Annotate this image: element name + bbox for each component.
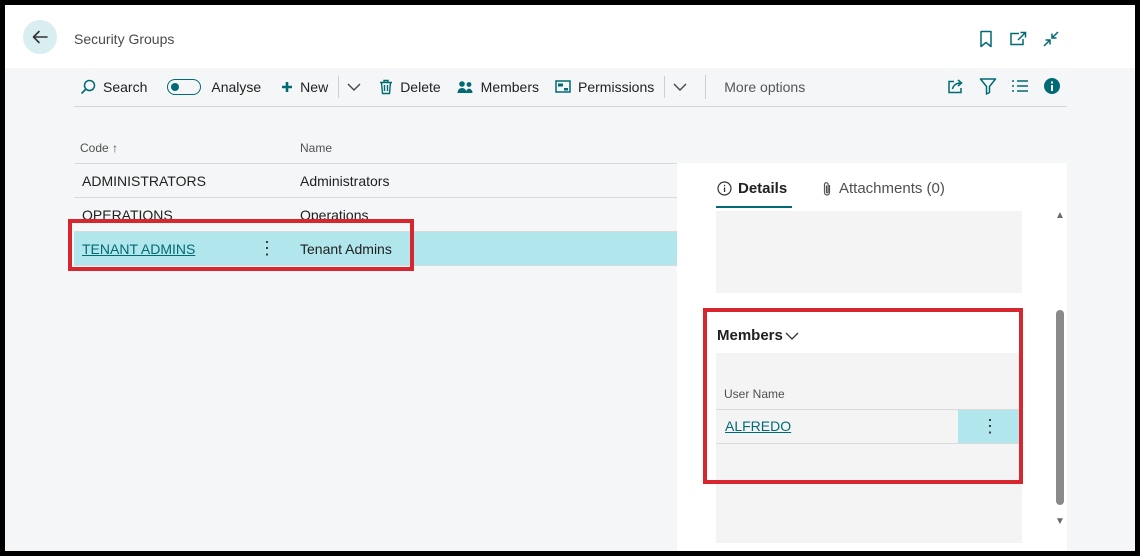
permissions-button[interactable]: Permissions — [547, 72, 662, 102]
delete-button[interactable]: Delete — [367, 72, 448, 102]
toolbar-separator — [664, 76, 666, 98]
analyse-toggle[interactable]: Analyse — [155, 72, 269, 102]
tab-details-label: Details — [738, 180, 788, 197]
search-icon — [80, 79, 96, 95]
members-section-title: Members — [717, 327, 783, 344]
cell-code[interactable]: OPERATIONS — [82, 207, 173, 223]
chevron-down-icon — [673, 83, 687, 91]
scroll-thumb[interactable] — [1056, 310, 1064, 505]
users-icon — [457, 81, 473, 93]
row-actions-menu-icon[interactable]: ⋮ — [258, 237, 276, 259]
tab-attachments[interactable]: Attachments (0) — [822, 180, 945, 197]
factbox-tabs: Details Attachments (0) — [677, 163, 1067, 211]
permissions-more-dropdown[interactable] — [667, 72, 693, 102]
user-name-link[interactable]: ALFREDO — [725, 418, 791, 434]
list-header: Code ↑ Name — [74, 133, 677, 164]
members-section-header[interactable]: Members — [717, 327, 799, 344]
filter-icon[interactable] — [979, 77, 997, 98]
back-button[interactable] — [23, 20, 57, 54]
section-divider — [716, 308, 1022, 310]
app-window: Security Groups Search Analyse New Delet… — [5, 5, 1135, 551]
action-bar: Search Analyse New Delete Members Permis… — [74, 68, 1067, 107]
delete-label: Delete — [400, 79, 441, 95]
cell-name: Tenant Admins — [300, 241, 392, 257]
scroll-down-arrow-icon[interactable]: ▼ — [1055, 516, 1065, 527]
paperclip-icon — [823, 181, 831, 196]
analyse-label: Analyse — [211, 79, 262, 95]
page-title: Security Groups — [74, 31, 175, 47]
list-view-icon[interactable] — [1011, 79, 1029, 96]
chevron-down-icon — [785, 332, 799, 340]
active-tab-indicator — [716, 206, 792, 208]
column-header-name[interactable]: Name — [300, 141, 332, 155]
table-row-selected[interactable]: TENANT ADMINS ⋮ Tenant Admins — [74, 232, 677, 266]
open-new-window-icon[interactable] — [1008, 29, 1028, 49]
chevron-down-icon — [347, 83, 361, 91]
back-arrow-icon — [32, 30, 48, 44]
details-content — [716, 211, 1022, 293]
column-header-user-name: User Name — [724, 387, 785, 401]
trash-icon — [380, 79, 393, 95]
cell-code[interactable]: ADMINISTRATORS — [82, 173, 206, 189]
collapse-icon[interactable] — [1041, 29, 1061, 49]
plus-icon — [282, 82, 293, 92]
tab-details[interactable]: Details — [717, 180, 787, 197]
new-label: New — [300, 79, 329, 95]
cell-name: Administrators — [300, 173, 390, 189]
row-actions-menu-icon[interactable]: ⋮ — [958, 410, 1022, 443]
tab-attachments-label: Attachments (0) — [839, 180, 945, 197]
info-outline-icon — [717, 181, 732, 196]
new-button[interactable]: New — [269, 72, 336, 102]
table-row[interactable]: OPERATIONS Operations — [74, 198, 677, 232]
cell-code-link[interactable]: TENANT ADMINS — [82, 241, 195, 257]
security-groups-list: Code ↑ Name ADMINISTRATORS Administrator… — [74, 133, 677, 266]
permissions-label: Permissions — [578, 79, 655, 95]
toggle-switch-icon — [167, 79, 202, 95]
search-button[interactable]: Search — [74, 72, 155, 102]
more-options-button[interactable]: More options — [708, 72, 813, 102]
column-header-code[interactable]: Code ↑ — [80, 141, 118, 155]
members-label: Members — [480, 79, 540, 95]
table-row[interactable]: ADMINISTRATORS Administrators — [74, 164, 677, 198]
factbox-scrollbar[interactable]: ▲ ▼ — [1055, 210, 1065, 530]
page-header: Security Groups — [5, 5, 1135, 68]
members-list: User Name ALFREDO ⋮ — [716, 353, 1022, 543]
search-label: Search — [103, 79, 148, 95]
toolbar-right-icons — [947, 68, 1067, 106]
toolbar-separator — [338, 76, 340, 98]
factbox-pane: Details Attachments (0) Members User Nam… — [677, 163, 1067, 551]
scroll-up-arrow-icon[interactable]: ▲ — [1055, 210, 1065, 221]
toolbar-separator — [705, 75, 707, 99]
share-icon[interactable] — [947, 78, 965, 97]
info-icon[interactable] — [1043, 77, 1061, 98]
cell-name: Operations — [300, 207, 369, 223]
list-item[interactable]: ALFREDO ⋮ — [716, 410, 1022, 444]
permissions-icon — [555, 80, 571, 93]
bookmark-icon[interactable] — [976, 29, 996, 49]
members-button[interactable]: Members — [449, 72, 547, 102]
new-more-dropdown[interactable] — [341, 72, 367, 102]
